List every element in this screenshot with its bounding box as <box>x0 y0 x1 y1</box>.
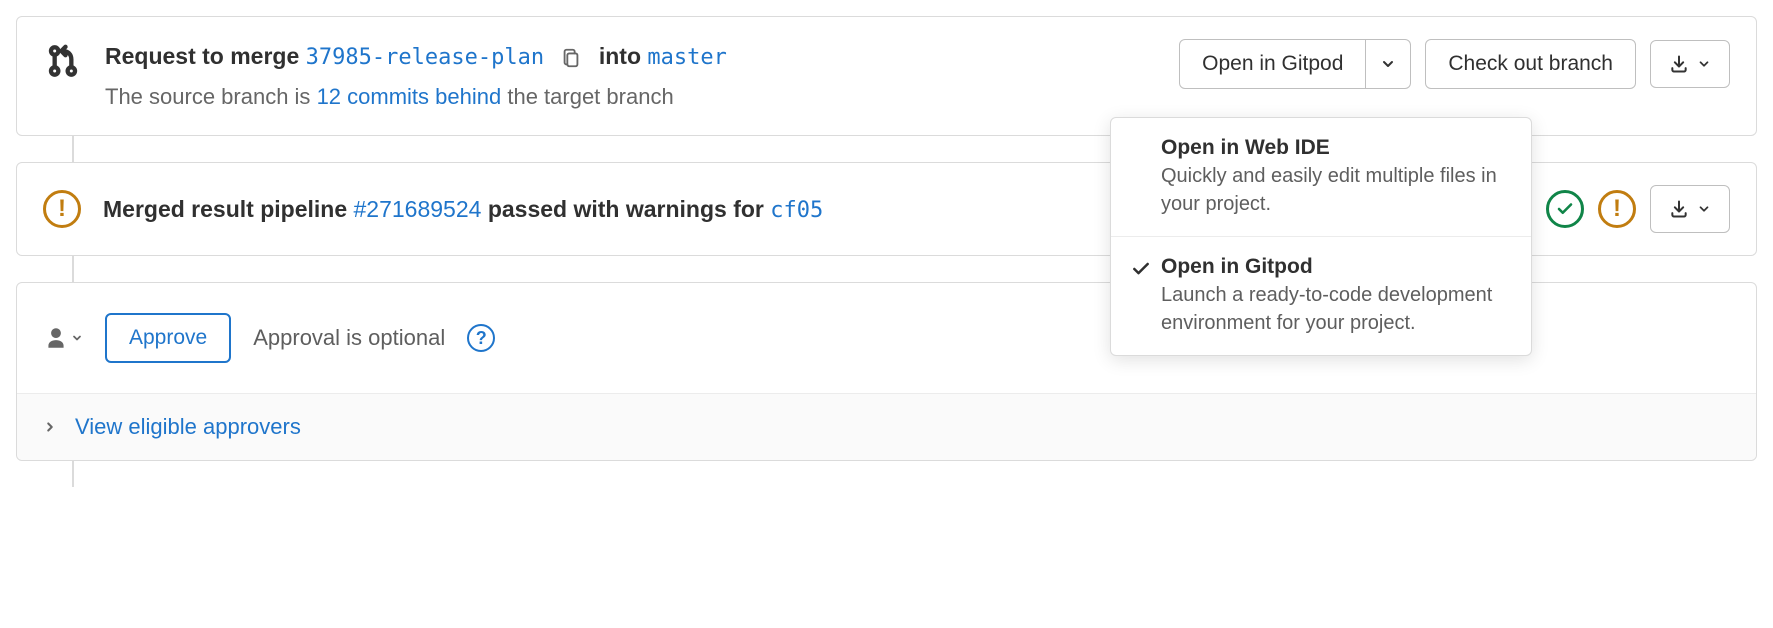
merge-actions: Open in Gitpod Check out branch <box>1179 39 1730 89</box>
approve-button[interactable]: Approve <box>105 313 231 363</box>
merge-prefix: Request to merge <box>105 43 299 69</box>
pipeline-id-link[interactable]: #271689524 <box>354 196 482 222</box>
pipeline-download-button[interactable] <box>1650 185 1730 233</box>
help-icon[interactable]: ? <box>467 324 495 352</box>
target-branch-link[interactable]: master <box>647 45 726 70</box>
merge-title-line: Request to merge 37985-release-plan into… <box>105 39 1159 74</box>
chevron-down-icon <box>1380 56 1396 72</box>
merge-icon <box>43 39 83 81</box>
pipeline-prefix: Merged result pipeline <box>103 196 347 222</box>
download-button[interactable] <box>1650 40 1730 88</box>
dropdown-check-slot <box>1131 255 1161 337</box>
download-icon <box>1669 54 1689 74</box>
commits-behind-link[interactable]: 12 commits behind <box>317 84 502 109</box>
pipeline-mid: passed with warnings for <box>488 196 764 222</box>
chevron-down-icon <box>71 332 83 344</box>
chevron-down-icon <box>1697 57 1711 71</box>
dropdown-item-title: Open in Gitpod <box>1161 255 1511 279</box>
pipeline-actions: ! <box>1546 185 1730 233</box>
open-ide-dropdown-panel: Open in Web IDE Quickly and easily edit … <box>1110 117 1532 356</box>
dropdown-item-gitpod[interactable]: Open in Gitpod Launch a ready-to-code de… <box>1111 237 1531 355</box>
pipeline-commit-link[interactable]: cf05 <box>770 198 823 223</box>
behind-prefix: The source branch is <box>105 84 310 109</box>
dropdown-item-desc: Launch a ready-to-code development envir… <box>1161 281 1511 337</box>
merge-body: Request to merge 37985-release-plan into… <box>105 39 1159 113</box>
person-icon <box>43 325 69 351</box>
dropdown-item-text: Open in Gitpod Launch a ready-to-code de… <box>1161 255 1511 337</box>
eligible-approvers-row[interactable]: View eligible approvers <box>17 393 1756 460</box>
behind-suffix: the target branch <box>507 84 673 109</box>
eligible-approvers-link[interactable]: View eligible approvers <box>75 414 301 440</box>
source-branch-link[interactable]: 37985-release-plan <box>306 45 544 70</box>
merge-subtext: The source branch is 12 commits behind t… <box>105 80 1159 113</box>
approver-selector-icon[interactable] <box>43 325 83 351</box>
dropdown-check-slot <box>1131 136 1161 218</box>
open-ide-button[interactable]: Open in Gitpod <box>1179 39 1366 89</box>
open-ide-dropdown-toggle[interactable] <box>1366 39 1411 89</box>
check-icon <box>1556 200 1574 218</box>
chevron-right-icon <box>43 420 57 434</box>
open-ide-button-group: Open in Gitpod <box>1179 39 1411 89</box>
checkout-branch-button[interactable]: Check out branch <box>1425 39 1636 89</box>
copy-branch-icon[interactable] <box>560 47 582 69</box>
widget-connector <box>72 136 74 162</box>
download-icon <box>1669 199 1689 219</box>
pipeline-status-icon: ! <box>43 190 81 228</box>
widget-connector <box>72 256 74 282</box>
merge-into-text: into <box>599 43 641 69</box>
chevron-down-icon <box>1697 202 1711 216</box>
dropdown-item-desc: Quickly and easily edit multiple files i… <box>1161 162 1511 218</box>
widget-connector <box>72 461 74 487</box>
success-status-icon[interactable] <box>1546 190 1584 228</box>
warning-icon: ! <box>43 190 81 228</box>
warning-status-icon[interactable]: ! <box>1598 190 1636 228</box>
dropdown-item-text: Open in Web IDE Quickly and easily edit … <box>1161 136 1511 218</box>
merge-request-widget: Request to merge 37985-release-plan into… <box>16 16 1757 136</box>
check-icon <box>1131 259 1151 279</box>
dropdown-item-title: Open in Web IDE <box>1161 136 1511 160</box>
approval-optional-text: Approval is optional <box>253 325 445 351</box>
dropdown-item-web-ide[interactable]: Open in Web IDE Quickly and easily edit … <box>1111 118 1531 237</box>
